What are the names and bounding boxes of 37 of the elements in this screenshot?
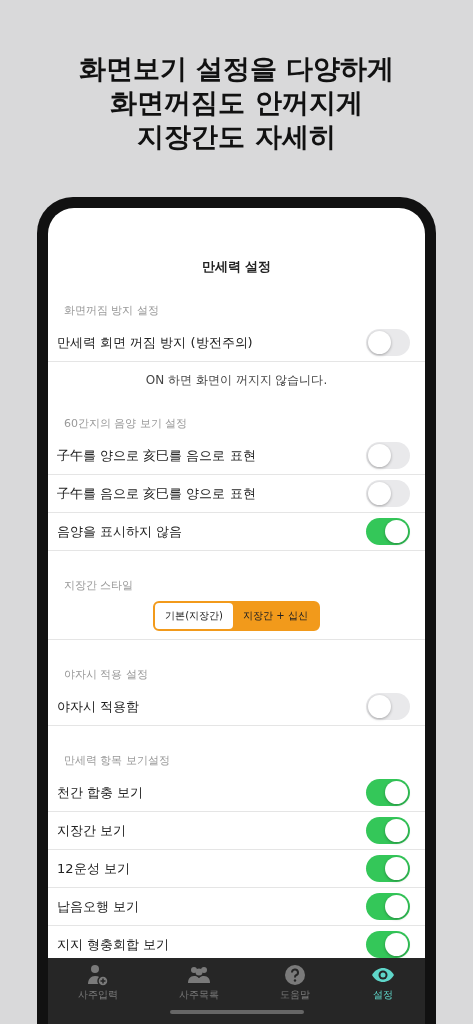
toggle-switch[interactable] xyxy=(366,893,410,920)
toggle-switch[interactable] xyxy=(366,480,410,507)
toggle-switch[interactable] xyxy=(366,931,410,958)
section-header: 만세력 항목 보기설정 xyxy=(63,753,171,768)
section-header: 화면꺼짐 방지 설정 xyxy=(63,303,160,318)
headline-text: 화면꺼짐도 안꺼지게 xyxy=(110,86,363,120)
setting-label: 음양을 표시하지 않음 xyxy=(57,522,183,541)
section-header: 지장간 스타일 xyxy=(63,578,135,593)
tab-item[interactable]: 도움말 xyxy=(279,963,310,1002)
toggle-switch[interactable] xyxy=(366,779,410,806)
tab-item[interactable]: 설정 xyxy=(370,963,395,1002)
toggle-switch[interactable] xyxy=(366,817,410,844)
toggle-switch[interactable] xyxy=(366,693,410,720)
screen-title: 만세력 설정 xyxy=(200,258,273,276)
setting-label: 子午를 음으로 亥巳를 양으로 표현 xyxy=(57,484,256,503)
section-header: 야자시 적용 설정 xyxy=(63,667,149,682)
setting-label: 만세력 회면 꺼짐 방지 (방전주의) xyxy=(57,333,253,352)
toggle-switch[interactable] xyxy=(366,329,410,356)
note-text: ON 하면 화면이 꺼지지 않습니다. xyxy=(144,372,329,389)
setting-label: 천간 합충 보기 xyxy=(57,783,144,802)
setting-label: 子午를 양으로 亥巳를 음으로 표현 xyxy=(57,446,256,465)
toggle-switch[interactable] xyxy=(366,442,410,469)
toggle-switch[interactable] xyxy=(366,518,410,545)
headline-text: 지장간도 자세히 xyxy=(137,120,336,154)
setting-label: 야자시 적용함 xyxy=(57,697,140,716)
setting-label: 납음오행 보기 xyxy=(57,897,140,916)
setting-label: 지장간 보기 xyxy=(57,821,127,840)
person-add-icon xyxy=(86,963,111,987)
headline-text: 화면보기 설정을 다양하게 xyxy=(78,52,395,86)
section-header: 60간지의 음양 보기 설정 xyxy=(63,416,189,431)
toggle-switch[interactable] xyxy=(366,855,410,882)
segment-option[interactable]: 기본(지장간) xyxy=(155,603,234,629)
tab-item[interactable]: 사주목록 xyxy=(179,963,220,1002)
tab-item[interactable]: 사주입력 xyxy=(78,963,119,1002)
setting-label: 12운성 보기 xyxy=(57,859,130,878)
help-icon xyxy=(282,963,307,987)
setting-label: 지지 형충회합 보기 xyxy=(57,935,170,954)
